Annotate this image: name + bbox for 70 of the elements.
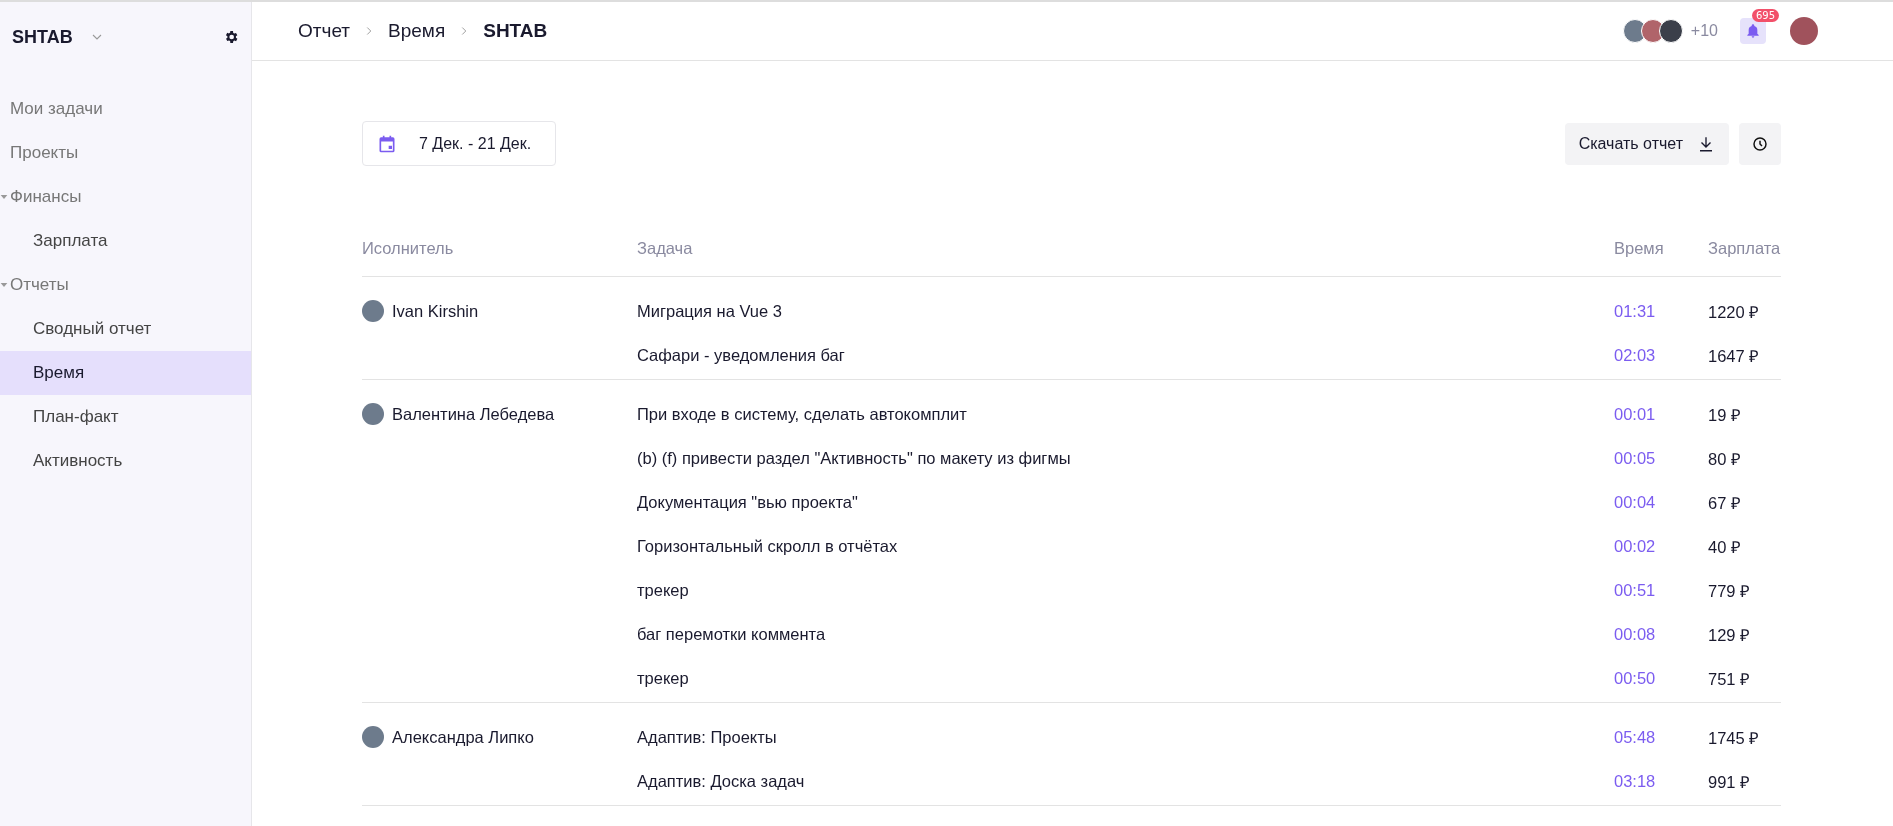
- salary-value: 1745 ₽: [1708, 727, 1761, 749]
- time-value: 00:01: [1614, 404, 1657, 424]
- download-button[interactable]: Скачать отчет: [1564, 122, 1729, 165]
- task-name: Адаптив: Проекты: [637, 727, 778, 747]
- time-value: 02:03: [1614, 345, 1657, 365]
- breadcrumb[interactable]: Время: [388, 20, 446, 42]
- salary-value: 779 ₽: [1708, 580, 1752, 602]
- download-icon: [1697, 134, 1715, 153]
- task-name: трекер: [637, 668, 690, 688]
- breadcrumb: SHTAB: [483, 20, 548, 42]
- salary-value: 19 ₽: [1708, 404, 1742, 426]
- task-name: Миграция на Vue 3: [637, 301, 783, 321]
- salary-value: 80 ₽: [1708, 448, 1742, 470]
- time-value: 00:08: [1614, 624, 1657, 644]
- time-value: 00:50: [1614, 668, 1657, 688]
- sidebar-item[interactable]: Финансы: [0, 175, 251, 219]
- settings-icon: [223, 29, 239, 45]
- sidebar-item[interactable]: Проекты: [0, 131, 251, 175]
- sidebar-item[interactable]: План-факт: [0, 395, 251, 439]
- salary-value: 40 ₽: [1708, 536, 1742, 558]
- notifications-button[interactable]: [1740, 18, 1766, 44]
- sidebar-item[interactable]: Время: [0, 351, 251, 395]
- executor-name: Валентина Лебедева: [392, 404, 555, 424]
- column-header: Задача: [637, 238, 694, 258]
- sidebar-item[interactable]: Отчеты: [0, 263, 251, 307]
- sidebar-item[interactable]: Сводный отчет: [0, 307, 251, 351]
- bell-icon: [1745, 23, 1761, 39]
- breadcrumb[interactable]: Отчет: [298, 20, 351, 42]
- time-value: 00:02: [1614, 536, 1657, 556]
- caret-down-icon: [0, 193, 8, 201]
- sidebar-item[interactable]: Зарплата: [0, 219, 251, 263]
- time-value: 03:18: [1614, 771, 1657, 791]
- sidebar-item[interactable]: Активность: [0, 439, 251, 483]
- workspace-name[interactable]: SHTAB: [12, 26, 73, 48]
- salary-value: 1220 ₽: [1708, 301, 1761, 323]
- time-value: 00:05: [1614, 448, 1657, 468]
- task-name: баг перемотки коммента: [637, 624, 827, 644]
- avatar: [1658, 19, 1683, 43]
- time-value: 00:04: [1614, 492, 1657, 512]
- caret-down-icon: [0, 281, 8, 289]
- sidebar-item[interactable]: Мои задачи: [0, 87, 251, 131]
- executor-name: Ivan Kirshin: [392, 301, 479, 321]
- task-name: трекер: [637, 580, 690, 600]
- time-value: 01:31: [1614, 301, 1657, 321]
- task-name: Документация "вью проекта": [637, 492, 859, 512]
- salary-value: 751 ₽: [1708, 668, 1752, 690]
- user-avatar[interactable]: [1790, 17, 1818, 45]
- salary-value: 129 ₽: [1708, 624, 1752, 646]
- calendar-icon: [377, 133, 397, 154]
- salary-value: 1647 ₽: [1708, 345, 1761, 367]
- clock-button[interactable]: [1739, 122, 1781, 165]
- avatar: [362, 300, 384, 322]
- task-name: (b) (f) привести раздел "Активность" по макету из фигмы: [637, 448, 1072, 468]
- column-header: Исолнитель: [362, 238, 455, 258]
- date-range-picker[interactable]: 7 Дек. - 21 Дек.: [362, 121, 557, 166]
- avatar: [362, 726, 384, 748]
- task-name: Адаптив: Доска задач: [637, 771, 806, 791]
- avatar: [362, 403, 384, 425]
- salary-value: 991 ₽: [1708, 771, 1752, 793]
- time-value: 00:51: [1614, 580, 1657, 600]
- task-name: Горизонтальный скролл в отчётах: [637, 536, 899, 556]
- salary-value: 67 ₽: [1708, 492, 1742, 514]
- column-header: Зарплата: [1708, 238, 1781, 258]
- task-name: Сафари - уведомления баг: [637, 345, 846, 365]
- notification-count: 695: [1752, 9, 1780, 22]
- column-header: Время: [1614, 238, 1665, 258]
- time-value: 05:48: [1614, 727, 1657, 747]
- clock-icon: [1752, 135, 1768, 152]
- task-name: При входе в систему, сделать автокомплит: [637, 404, 968, 424]
- executor-name: Александра Липко: [392, 727, 534, 747]
